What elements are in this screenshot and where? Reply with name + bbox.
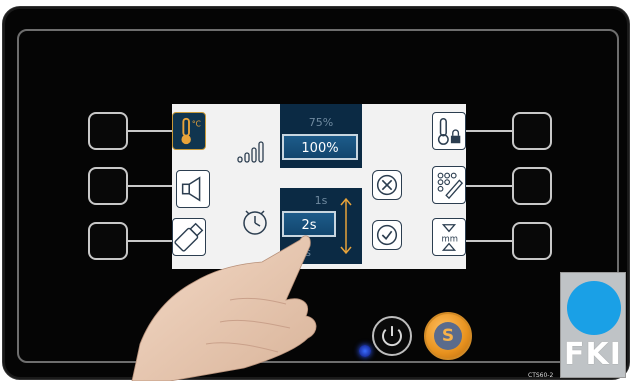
temperature-celsius-icon: °C	[181, 117, 201, 145]
x-icon	[376, 174, 398, 196]
left-hardware-button-2[interactable]	[88, 167, 128, 205]
model-label: CTS60-2	[528, 372, 554, 379]
distance-mm-button[interactable]: mm	[432, 218, 466, 256]
volume-value[interactable]: 100%	[282, 134, 358, 160]
check-icon	[376, 224, 398, 246]
connector-line	[128, 185, 172, 187]
signal-bars-icon	[237, 141, 264, 163]
stopwatch-icon	[243, 210, 267, 235]
power-button[interactable]	[372, 316, 412, 356]
usb-button[interactable]	[172, 218, 206, 256]
volume-option-above: 75%	[308, 116, 334, 129]
fki-logo: FKI	[560, 272, 626, 378]
start-button-label: S	[434, 322, 462, 350]
logo-circle	[567, 281, 621, 335]
horn-button[interactable]	[176, 170, 210, 208]
cancel-button[interactable]	[372, 170, 402, 200]
touch-screen: °C 75% 100% 1s 2s 3s mm	[172, 104, 466, 269]
right-hardware-button-3[interactable]	[512, 222, 552, 260]
temperature-lock-button[interactable]	[432, 112, 466, 150]
connector-line	[466, 130, 512, 132]
horn-icon	[181, 176, 201, 202]
usb-stick-icon	[174, 222, 204, 252]
volume-selector[interactable]: 75% 100%	[280, 104, 362, 168]
confirm-button[interactable]	[372, 220, 402, 250]
keypad-edit-button[interactable]	[432, 166, 466, 204]
temperature-celsius-button[interactable]: °C	[172, 112, 206, 150]
right-hardware-button-1[interactable]	[512, 112, 552, 150]
left-hardware-button-3[interactable]	[88, 222, 128, 260]
temperature-lock-icon	[437, 118, 461, 145]
power-icon	[382, 326, 402, 347]
connector-line	[128, 130, 172, 132]
svg-text:°C: °C	[192, 119, 201, 128]
timer-option-below: 3s	[298, 246, 311, 259]
svg-text:mm: mm	[441, 234, 458, 244]
right-hardware-button-2[interactable]	[512, 167, 552, 205]
start-button[interactable]: S	[424, 312, 472, 360]
left-hardware-button-1[interactable]	[88, 112, 128, 150]
connector-line	[466, 185, 512, 187]
connector-line	[466, 240, 512, 242]
connector-line	[128, 240, 172, 242]
timer-value[interactable]: 2s	[282, 211, 336, 237]
logo-text: FKI	[564, 337, 622, 372]
distance-mm-icon: mm	[441, 224, 458, 251]
keypad-edit-icon	[437, 172, 464, 200]
timer-selector[interactable]: 1s 2s 3s	[280, 188, 362, 264]
status-led	[359, 345, 371, 357]
up-down-arrow-icon[interactable]	[338, 196, 354, 256]
